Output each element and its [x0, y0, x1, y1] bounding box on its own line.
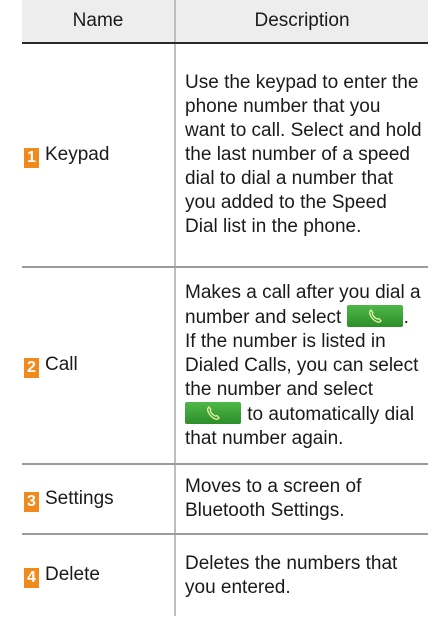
description-cell: Moves to a screen of Bluetooth Settings.: [174, 464, 428, 535]
table-row: 4 Delete Deletes the numbers that you ent…: [22, 534, 428, 616]
item-name: Keypad: [45, 143, 110, 165]
item-name: Settings: [45, 487, 114, 509]
table-row: 1 Keypad Use the keypad to enter the phon…: [22, 43, 428, 268]
number-badge: 2: [24, 358, 39, 378]
table-row: 2 Call Makes a call after you dial a numb…: [22, 267, 428, 465]
name-cell: 3 Settings: [22, 464, 175, 535]
number-badge: 4: [24, 568, 39, 588]
item-name: Call: [45, 354, 78, 375]
description-cell: Deletes the numbers that you entered.: [174, 534, 428, 616]
call-button-icon: [185, 401, 241, 424]
call-button-icon: [346, 304, 403, 327]
function-table: Name Description 1 Keypad Use the keypad …: [22, 0, 428, 616]
header-name: Name: [22, 0, 175, 44]
name-cell: 4 Delete: [22, 534, 175, 616]
name-cell: 2 Call: [22, 267, 175, 465]
number-badge: 3: [24, 491, 39, 512]
description-cell: Use the keypad to enter the phone number…: [174, 43, 428, 268]
description-cell: Makes a call after you dial a number and…: [174, 267, 428, 465]
name-cell: 1 Keypad: [22, 43, 175, 268]
item-name: Delete: [45, 564, 100, 585]
number-badge: 1: [24, 147, 39, 168]
table-row: 3 Settings Moves to a screen of Bluetooth…: [22, 464, 428, 535]
header-description: Description: [174, 0, 428, 44]
header-row: Name Description: [22, 0, 428, 44]
